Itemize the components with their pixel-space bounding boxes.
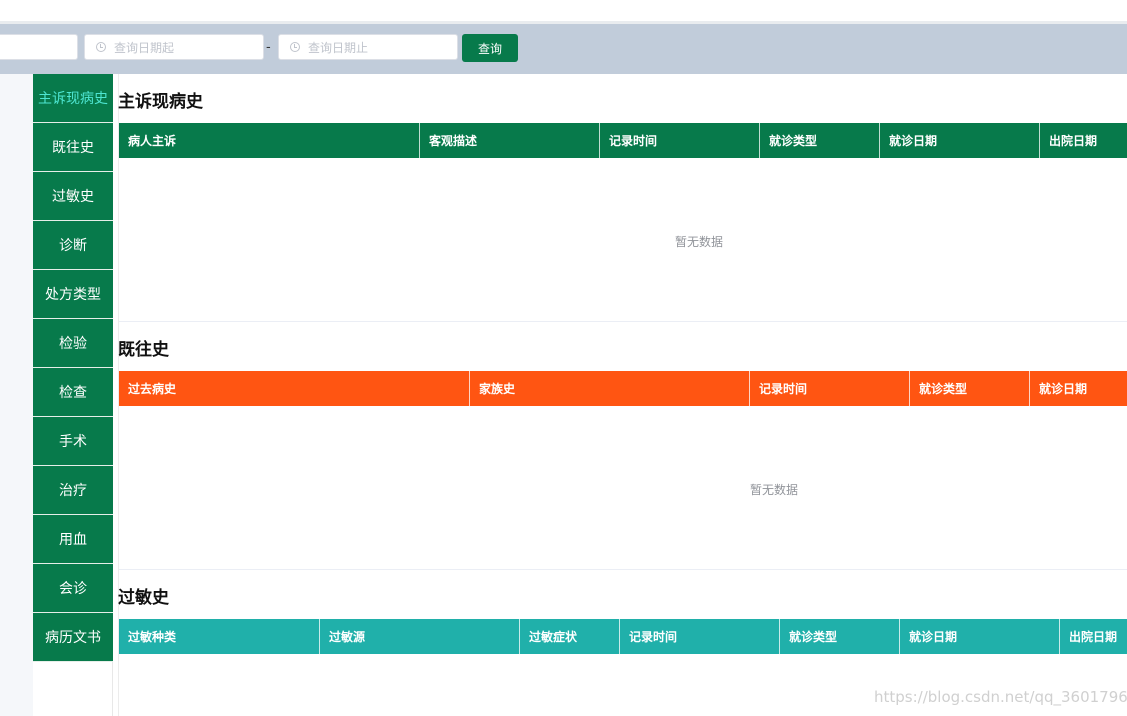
nav-item-chief-complaint[interactable]: 主诉现病史 (33, 74, 113, 123)
keyword-input[interactable] (0, 34, 78, 60)
watermark: https://blog.csdn.net/qq_36017964 (874, 688, 1127, 706)
date-end-input[interactable]: 查询日期止 (278, 34, 458, 60)
nav-item-allergy-history[interactable]: 过敏史 (33, 172, 113, 221)
column-header[interactable]: 病人主诉 (119, 123, 419, 158)
date-end-placeholder: 查询日期止 (308, 40, 369, 55)
column-header[interactable]: 就诊日期 (899, 619, 1059, 654)
nav-item-diagnosis[interactable]: 诊断 (33, 221, 113, 270)
column-header[interactable]: 记录时间 (749, 371, 909, 406)
section-title-past-history: 既往史 (118, 340, 169, 360)
nav-item-consultation[interactable]: 会诊 (33, 564, 113, 613)
table-bottom-border (119, 569, 1127, 570)
column-header[interactable]: 就诊日期 (879, 123, 1039, 158)
column-header[interactable]: 就诊类型 (909, 371, 1029, 406)
table-header-allergy-history: 过敏种类 过敏源 过敏症状 记录时间 就诊类型 就诊日期 出院日期 (119, 619, 1127, 654)
date-start-input[interactable]: 查询日期起 (84, 34, 264, 60)
nav-item-blood-use[interactable]: 用血 (33, 515, 113, 564)
nav-item-examination[interactable]: 检查 (33, 368, 113, 417)
column-header[interactable]: 客观描述 (419, 123, 599, 158)
sidebar-filler (33, 662, 113, 716)
top-strip (0, 0, 1127, 24)
column-header[interactable]: 记录时间 (599, 123, 759, 158)
empty-state-text: 暂无数据 (675, 235, 724, 249)
column-header[interactable]: 记录时间 (619, 619, 779, 654)
nav-item-treatment[interactable]: 治疗 (33, 466, 113, 515)
date-range-separator: - (266, 40, 271, 55)
column-header[interactable]: 过敏源 (319, 619, 519, 654)
column-header[interactable]: 出院日期 (1059, 619, 1127, 654)
record-category-nav: 主诉现病史 既往史 过敏史 诊断 处方类型 检验 检查 手术 治疗 用血 会诊 … (33, 74, 113, 662)
clock-icon (290, 42, 300, 52)
query-button[interactable]: 查询 (462, 34, 518, 62)
table-header-chief-complaint: 病人主诉 客观描述 记录时间 就诊类型 就诊日期 出院日期 (119, 123, 1127, 158)
nav-item-lab-test[interactable]: 检验 (33, 319, 113, 368)
column-header[interactable]: 就诊类型 (779, 619, 899, 654)
search-toolbar: 查询日期起 查询日期止 (0, 24, 1127, 74)
nav-item-past-history[interactable]: 既往史 (33, 123, 113, 172)
column-header[interactable]: 家族史 (469, 371, 749, 406)
column-header[interactable]: 出院日期 (1039, 123, 1127, 158)
column-header[interactable]: 过去病史 (119, 371, 469, 406)
section-title-allergy-history: 过敏史 (118, 588, 169, 608)
table-bottom-border (119, 321, 1127, 322)
nav-item-medical-documents[interactable]: 病历文书 (33, 613, 113, 662)
table-header-past-history: 过去病史 家族史 记录时间 就诊类型 就诊日期 (119, 371, 1127, 406)
column-header[interactable]: 就诊类型 (759, 123, 879, 158)
left-gutter (0, 74, 33, 716)
section-title-chief-complaint: 主诉现病史 (118, 92, 203, 112)
clock-icon (96, 42, 106, 52)
column-header[interactable]: 过敏症状 (519, 619, 619, 654)
nav-item-surgery[interactable]: 手术 (33, 417, 113, 466)
column-header[interactable]: 过敏种类 (119, 619, 319, 654)
empty-state-text: 暂无数据 (750, 483, 799, 497)
date-start-placeholder: 查询日期起 (114, 40, 175, 55)
column-header[interactable]: 就诊日期 (1029, 371, 1127, 406)
nav-item-prescription-type[interactable]: 处方类型 (33, 270, 113, 319)
